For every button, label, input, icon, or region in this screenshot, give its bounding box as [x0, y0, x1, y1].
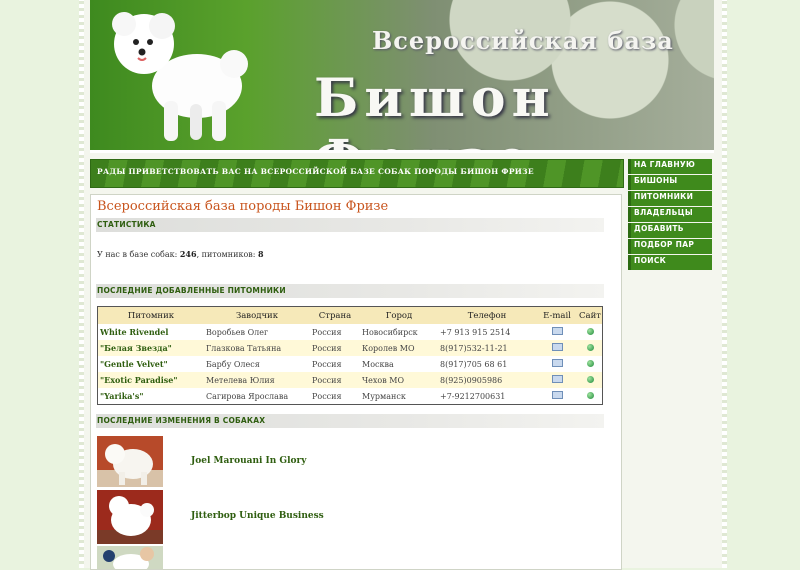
dogs-count: 246 [179, 249, 197, 259]
kennel-name-link[interactable]: "Gentle Velvet" [97, 356, 204, 372]
kennels-count-label: , питомников: [196, 250, 256, 259]
kennel-name-link[interactable]: White Rivendel [97, 324, 204, 340]
column-header-phone: Телефон [438, 306, 536, 324]
table-row: "Gentle Velvet" Барбу Олеся Россия Москв… [97, 356, 603, 372]
kennels-table: Питомник Заводчик Страна Город Телефон E… [97, 306, 603, 405]
phone-cell: 8(917)532-11-21 [438, 340, 536, 356]
email-icon[interactable] [551, 343, 563, 351]
city-cell: Королев МО [360, 340, 438, 356]
header-title: Бишон Фризе [314, 68, 556, 152]
column-header-breeder: Заводчик [204, 306, 310, 324]
email-icon[interactable] [551, 375, 563, 383]
stats-section-title: СТАТИСТИКА [97, 220, 156, 229]
kennels-count: 8 [258, 249, 264, 259]
stats-section-header: СТАТИСТИКА [96, 218, 604, 232]
email-icon[interactable] [551, 359, 563, 367]
breeder-cell: Сагирова Ярослава [204, 388, 310, 405]
dog-thumbnail[interactable] [97, 546, 163, 569]
city-cell: Москва [360, 356, 438, 372]
main-content: Всероссийская база породы Бишон Фризе СТ… [90, 194, 622, 570]
main-menu: НА ГЛАВНУЮ БИШОНЫ ПИТОМНИКИ ВЛАДЕЛЬЦЫ ДО… [628, 159, 712, 271]
country-cell: Россия [310, 372, 360, 388]
menu-item-kennels[interactable]: ПИТОМНИКИ [628, 191, 712, 206]
breeder-cell: Воробьев Олег [204, 324, 310, 340]
menu-item-bichons[interactable]: БИШОНЫ [628, 175, 712, 190]
phone-cell: +7-9212700631 [438, 388, 536, 405]
dog-thumbnail[interactable] [97, 436, 163, 487]
header-subtitle: Всероссийская база [372, 26, 674, 55]
breeder-cell: Барбу Олеся [204, 356, 310, 372]
kennel-name-link[interactable]: "Yarika's" [97, 388, 204, 405]
page-title: Всероссийская база породы Бишон Фризе [97, 199, 389, 214]
website-globe-icon[interactable] [586, 391, 594, 399]
header-divider [90, 150, 714, 153]
country-cell: Россия [310, 388, 360, 405]
website-globe-icon[interactable] [586, 359, 594, 367]
welcome-text: РАДЫ ПРИВЕТСТВОВАТЬ ВАС НА ВСЕРОССИЙСКОЙ… [97, 167, 534, 176]
city-cell: Новосибирск [360, 324, 438, 340]
dog-name-link[interactable]: Jitterbop Unique Business [191, 511, 324, 521]
menu-item-search[interactable]: ПОИСК [628, 255, 712, 270]
country-cell: Россия [310, 356, 360, 372]
kennel-name-link[interactable]: "Белая Звезда" [97, 340, 204, 356]
table-row: "Yarika's" Сагирова Ярослава Россия Мурм… [97, 388, 603, 405]
phone-cell: 8(925)0905986 [438, 372, 536, 388]
menu-item-home[interactable]: НА ГЛАВНУЮ [628, 159, 712, 174]
menu-item-add[interactable]: ДОБАВИТЬ [628, 223, 712, 238]
breeder-cell: Глазкова Татьяна [204, 340, 310, 356]
country-cell: Россия [310, 324, 360, 340]
city-cell: Мурманск [360, 388, 438, 405]
menu-item-owners[interactable]: ВЛАДЕЛЬЦЫ [628, 207, 712, 222]
country-cell: Россия [310, 340, 360, 356]
site-header: Всероссийская база Бишон Фризе [90, 0, 714, 152]
welcome-banner: РАДЫ ПРИВЕТСТВОВАТЬ ВАС НА ВСЕРОССИЙСКОЙ… [90, 159, 624, 188]
menu-item-pair-selection[interactable]: ПОДБОР ПАР [628, 239, 712, 254]
email-icon[interactable] [551, 391, 563, 399]
kennels-section-title: ПОСЛЕДНИЕ ДОБАВЛЕННЫЕ ПИТОМНИКИ [97, 286, 286, 295]
kennel-name-link[interactable]: "Exotic Paradise" [97, 372, 204, 388]
bichon-dog-photo [112, 12, 248, 141]
changes-section-title: ПОСЛЕДНИЕ ИЗМЕНЕНИЯ В СОБАКАХ [97, 416, 266, 425]
website-globe-icon[interactable] [586, 327, 594, 335]
column-header-email: E-mail [536, 306, 578, 324]
table-row: "Белая Звезда" Глазкова Татьяна Россия К… [97, 340, 603, 356]
dog-name-link[interactable]: Joel Marouani In Glory [191, 456, 307, 466]
column-header-city: Город [360, 306, 438, 324]
breeder-cell: Метелева Юлия [204, 372, 310, 388]
table-header-row: Питомник Заводчик Страна Город Телефон E… [97, 306, 603, 324]
dogs-count-label: У нас в базе собак: [97, 250, 178, 259]
column-header-country: Страна [310, 306, 360, 324]
kennels-section-header: ПОСЛЕДНИЕ ДОБАВЛЕННЫЕ ПИТОМНИКИ [96, 284, 604, 298]
website-globe-icon[interactable] [586, 375, 594, 383]
phone-cell: 8(917)705 68 61 [438, 356, 536, 372]
email-icon[interactable] [551, 327, 563, 335]
column-header-site: Сайт [578, 306, 603, 324]
table-row: White Rivendel Воробьев Олег Россия Ново… [97, 324, 603, 340]
changes-section-header: ПОСЛЕДНИЕ ИЗМЕНЕНИЯ В СОБАКАХ [96, 414, 604, 428]
city-cell: Чехов МО [360, 372, 438, 388]
stats-text: У нас в базе собак: 246, питомников: 8 [97, 249, 264, 259]
phone-cell: +7 913 915 2514 [438, 324, 536, 340]
dog-thumbnail[interactable] [97, 490, 163, 544]
table-row: "Exotic Paradise" Метелева Юлия Россия Ч… [97, 372, 603, 388]
website-globe-icon[interactable] [586, 343, 594, 351]
column-header-kennel: Питомник [97, 306, 204, 324]
